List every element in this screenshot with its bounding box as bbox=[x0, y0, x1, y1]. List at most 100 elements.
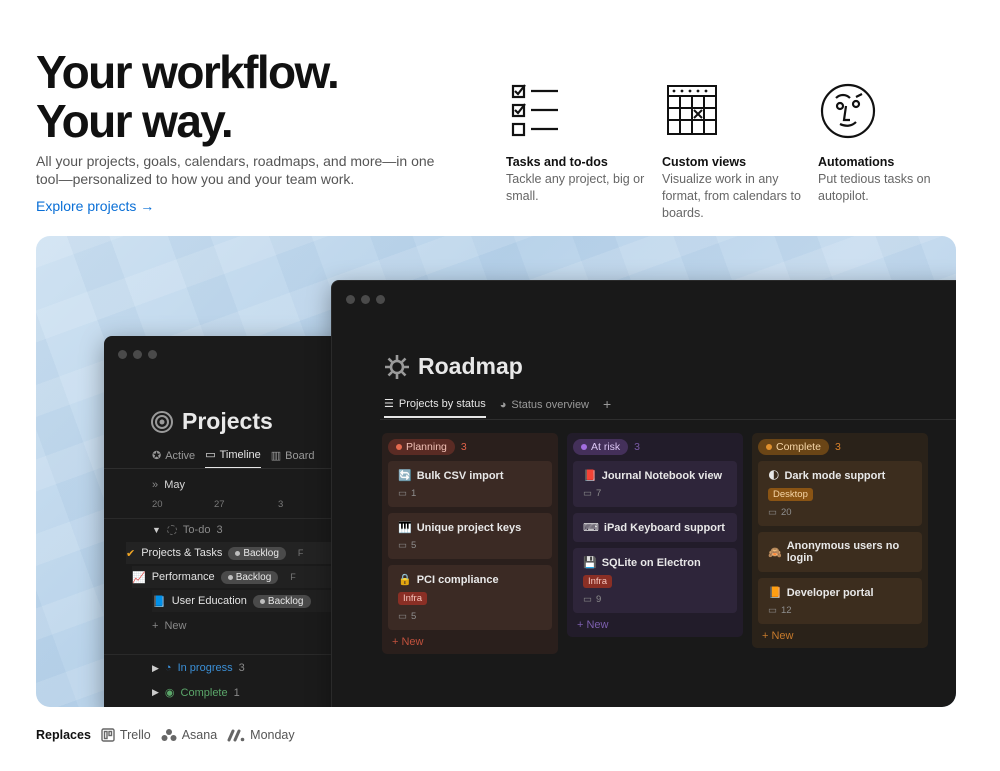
status-pill: Planning bbox=[388, 439, 455, 455]
timeline-icon: ▭ bbox=[205, 449, 216, 461]
comment-icon: ▭ bbox=[398, 611, 407, 622]
caret-down-icon: ▼ bbox=[152, 525, 161, 535]
new-card-button[interactable]: + New bbox=[758, 630, 922, 642]
roadmap-tabs: ☰ Projects by status ◕ Status overview + bbox=[384, 397, 611, 418]
sync-icon: 🔄 bbox=[398, 470, 412, 482]
target-icon bbox=[151, 410, 173, 433]
new-row-button[interactable]: + New bbox=[152, 620, 186, 632]
lock-icon: 🔒 bbox=[398, 574, 412, 586]
trello-icon bbox=[101, 728, 115, 742]
tag-badge: Infra bbox=[583, 575, 613, 588]
board-column-complete: Complete 3 🌓 Dark mode support Desktop ▭ 2… bbox=[752, 433, 928, 648]
tab-projects-by-status[interactable]: ☰ Projects by status bbox=[384, 397, 486, 418]
timeline-month: » May bbox=[152, 479, 186, 491]
list-icon: ☰ bbox=[384, 398, 394, 410]
board-card[interactable]: 📕 Journal Notebook view ▭ 7 bbox=[573, 461, 737, 507]
board-card[interactable]: 🙈 Anonymous users no login bbox=[758, 532, 922, 572]
calendar-icon bbox=[667, 85, 717, 135]
group-complete[interactable]: ▶ ◉ Complete 1 bbox=[152, 686, 240, 700]
check-circle-icon: ◉ bbox=[164, 687, 175, 699]
projects-title: Projects bbox=[150, 408, 273, 435]
board-card[interactable]: ⌨ iPad Keyboard support bbox=[573, 513, 737, 542]
roadmap-title: Roadmap bbox=[384, 353, 523, 380]
status-circle-icon bbox=[166, 525, 177, 535]
tab-status-overview[interactable]: ◕ Status overview bbox=[500, 397, 589, 418]
board-card[interactable]: 🎹 Unique project keys ▭ 5 bbox=[388, 513, 552, 559]
tab-active[interactable]: ✪ Active bbox=[152, 448, 195, 469]
hero-title-line-2: Your way. bbox=[36, 95, 234, 147]
comment-icon: ▭ bbox=[768, 507, 777, 518]
status-pill: Complete bbox=[758, 439, 829, 455]
product-preview: Projects ✪ Active ▭ Timeline ▥ Board » May … bbox=[36, 236, 956, 707]
robot-face-icon bbox=[820, 83, 876, 139]
table-row[interactable]: ✔ Projects & Tasks Backlog F bbox=[126, 542, 344, 564]
group-in-progress[interactable]: ▶ ◔ In progress 3 bbox=[152, 662, 245, 674]
hero-subtitle: All your projects, goals, calendars, roa… bbox=[36, 153, 435, 187]
tag-badge: Desktop bbox=[768, 488, 813, 501]
database-icon: 💾 bbox=[583, 557, 597, 569]
replaces-item-asana: Asana bbox=[161, 728, 217, 742]
explore-projects-link[interactable]: Explore projects → bbox=[36, 198, 154, 214]
replaces-bar: Replaces Trello Asana Monday bbox=[36, 728, 295, 742]
piano-icon: 🎹 bbox=[398, 522, 412, 534]
book-icon: 📘 bbox=[152, 595, 166, 608]
progress-circle-icon: ◔ bbox=[164, 662, 172, 674]
chevrons-icon: » bbox=[152, 479, 159, 491]
tab-board[interactable]: ▥ Board bbox=[271, 448, 315, 469]
status-badge: Backlog bbox=[220, 570, 279, 584]
check-badge-icon: ✔ bbox=[126, 547, 136, 560]
replaces-item-monday: Monday bbox=[227, 728, 295, 742]
caret-right-icon: ▶ bbox=[152, 662, 159, 673]
window-controls bbox=[346, 295, 385, 304]
tag-badge: Infra bbox=[398, 592, 428, 605]
divider bbox=[380, 419, 956, 420]
new-card-button[interactable]: + New bbox=[573, 619, 737, 631]
tab-timeline[interactable]: ▭ Timeline bbox=[205, 448, 261, 469]
replaces-item-trello: Trello bbox=[101, 728, 151, 742]
star-icon: ✪ bbox=[152, 450, 162, 462]
board-card[interactable]: 💾 SQLite on Electron Infra ▭ 9 bbox=[573, 548, 737, 613]
table-row[interactable]: 📘 User Education Backlog bbox=[152, 590, 344, 612]
notebook-icon: 📕 bbox=[583, 470, 597, 482]
add-view-button[interactable]: + bbox=[603, 397, 611, 418]
feature-tasks: Tasks and to-dos Tackle any project, big… bbox=[506, 80, 646, 205]
feature-title: Automations bbox=[818, 155, 895, 169]
hero-title-line-1: Your workflow. bbox=[36, 46, 340, 98]
feature-automations: Automations Put tedious tasks on autopil… bbox=[818, 80, 958, 205]
projects-tabs: ✪ Active ▭ Timeline ▥ Board bbox=[152, 448, 315, 469]
board-card[interactable]: 🔄 Bulk CSV import ▭ 1 bbox=[388, 461, 552, 507]
gear-icon bbox=[385, 354, 409, 379]
comment-icon: ▭ bbox=[768, 605, 777, 616]
divider bbox=[104, 654, 344, 655]
status-badge: Backlog bbox=[252, 594, 311, 608]
board-card[interactable]: 🌓 Dark mode support Desktop ▭ 20 bbox=[758, 461, 922, 526]
status-badge: Backlog bbox=[228, 546, 286, 560]
monkey-icon: 🙈 bbox=[768, 546, 782, 559]
divider bbox=[104, 468, 344, 469]
half-moon-icon: 🌓 bbox=[768, 470, 780, 482]
book-icon: 📙 bbox=[768, 587, 782, 599]
caret-right-icon: ▶ bbox=[152, 687, 159, 697]
comment-icon: ▭ bbox=[398, 488, 407, 499]
roadmap-window: Roadmap ☰ Projects by status ◕ Status over… bbox=[331, 280, 956, 707]
board-column-at-risk: At risk 3 📕 Journal Notebook view ▭ 7 ⌨ iPa… bbox=[567, 433, 743, 637]
comment-icon: ▭ bbox=[398, 540, 407, 551]
new-card-button[interactable]: + New bbox=[388, 636, 552, 648]
feature-title: Custom views bbox=[662, 155, 747, 169]
board-card[interactable]: 📙 Developer portal ▭ 12 bbox=[758, 578, 922, 624]
group-todo[interactable]: ▼ To-do 3 bbox=[152, 524, 223, 536]
comment-icon: ▭ bbox=[583, 488, 592, 499]
table-row[interactable]: 📈 Performance Backlog F bbox=[132, 566, 344, 588]
comment-icon: ▭ bbox=[583, 594, 592, 605]
status-pill: At risk bbox=[573, 439, 629, 455]
board-card[interactable]: 🔒 PCI compliance Infra ▭ 5 bbox=[388, 565, 552, 630]
monday-icon bbox=[227, 729, 245, 742]
pie-icon: ◕ bbox=[499, 398, 507, 411]
feature-title: Tasks and to-dos bbox=[506, 155, 608, 169]
board-column-planning: Planning 3 🔄 Bulk CSV import ▭ 1 🎹 Unique p… bbox=[382, 433, 558, 654]
divider bbox=[104, 518, 344, 519]
feature-desc: Visualize work in any format, from calen… bbox=[662, 172, 801, 220]
feature-desc: Put tedious tasks on autopilot. bbox=[818, 172, 931, 203]
feature-desc: Tackle any project, big or small. bbox=[506, 172, 645, 203]
keyboard-icon: ⌨ bbox=[583, 522, 599, 534]
